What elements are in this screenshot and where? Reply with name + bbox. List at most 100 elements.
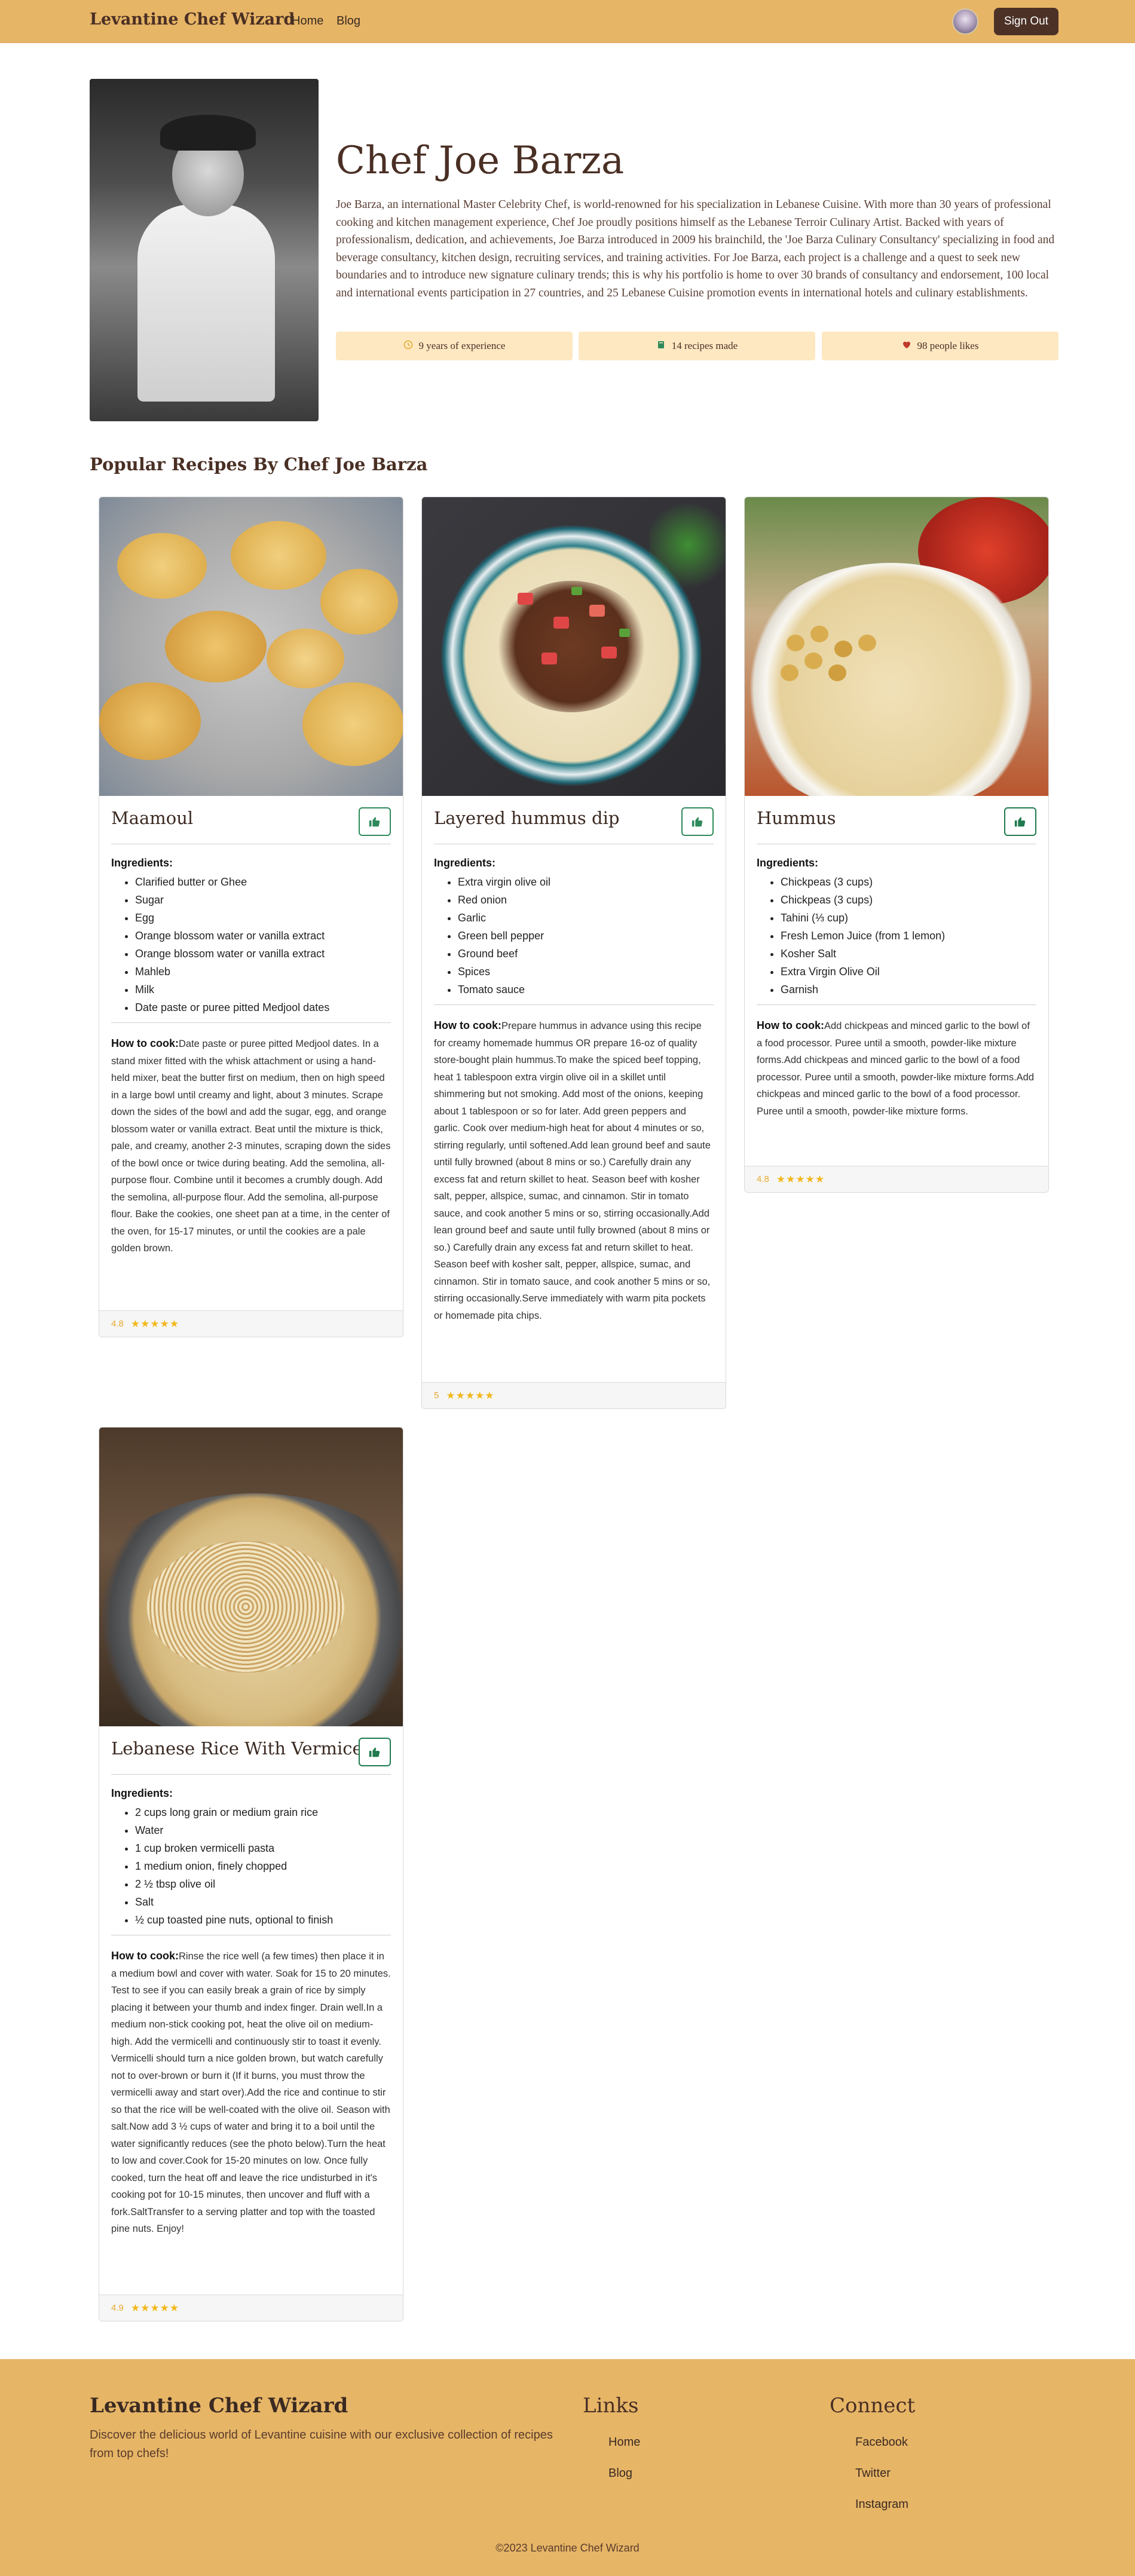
recipe-card-hummus: Hummus Ingredients: Chickpeas (3 cups) C… (744, 497, 1049, 1193)
how-to-cook-label: How to cook: (757, 1019, 824, 1031)
ingredient-item: Spices (458, 963, 726, 981)
ingredients-list: Extra virgin olive oil Red onion Garlic … (458, 873, 726, 998)
star-rating-icon: ★★★★★ (130, 1318, 180, 1330)
ingredient-item: 1 cup broken vermicelli pasta (135, 1839, 403, 1857)
recipe-image-layered-hummus-dip (422, 497, 726, 796)
nav-link-blog[interactable]: Blog (336, 14, 360, 28)
footer-description: Discover the delicious world of Levantin… (90, 2428, 553, 2460)
nav-link-home[interactable]: Home (292, 14, 323, 28)
recipe-image-lebanese-rice (99, 1428, 403, 1726)
ingredient-item: Chickpeas (3 cups) (781, 891, 1048, 909)
how-to-cook-text: How to cook:Prepare hummus in advance us… (434, 1017, 714, 1324)
rating-value: 5 (434, 1390, 439, 1401)
ingredient-item: Red onion (458, 891, 726, 909)
copyright-text: ©2023 Levantine Chef Wizard (495, 2542, 640, 2554)
top-navbar: Levantine Chef Wizard Home Blog Sign Out (0, 0, 1135, 43)
footer-link-home[interactable]: Home (608, 2436, 640, 2449)
book-icon (656, 340, 666, 353)
ingredient-item: Extra Virgin Olive Oil (781, 963, 1048, 981)
portrait-coat-shape (137, 204, 275, 402)
stat-experience: 9 years of experience (336, 332, 573, 360)
how-to-cook-body: Date paste or puree pitted Medjool dates… (111, 1039, 391, 1254)
ingredient-item: Mahleb (135, 963, 403, 981)
ingredient-item: Salt (135, 1893, 403, 1911)
rating-value: 4.8 (111, 1319, 124, 1329)
how-to-cook-body: Rinse the rice well (a few times) then p… (111, 1951, 391, 2234)
stat-likes-text: 98 people likes (917, 340, 979, 351)
ingredient-item: Orange blossom water or vanilla extract (135, 927, 403, 945)
thumbs-up-icon (692, 817, 703, 827)
star-rating-icon: ★★★★★ (446, 1389, 495, 1401)
ingredient-item: Ground beef (458, 945, 726, 963)
thumbs-up-icon (369, 1747, 380, 1757)
like-button[interactable] (681, 807, 714, 836)
ingredient-item: Tahini (⅓ cup) (781, 909, 1048, 927)
how-to-cook-text: How to cook:Rinse the rice well (a few t… (111, 1947, 391, 2238)
ingredients-heading: Ingredients: (111, 857, 173, 869)
ingredient-item: Fresh Lemon Juice (from 1 lemon) (781, 927, 1048, 945)
how-to-cook-text: How to cook:Add chickpeas and minced gar… (757, 1017, 1036, 1120)
recipe-image-hummus (745, 497, 1048, 796)
card-footer: 4.9 ★★★★★ (99, 2295, 403, 2321)
ingredient-item: Sugar (135, 891, 403, 909)
ingredient-item: Date paste or puree pitted Medjool dates (135, 998, 403, 1016)
card-footer: 4.8 ★★★★★ (99, 1310, 403, 1337)
footer-link-twitter[interactable]: Twitter (855, 2467, 891, 2480)
how-to-cook-body: Add chickpeas and minced garlic to the b… (757, 1021, 1035, 1117)
site-footer: Levantine Chef Wizard Discover the delic… (0, 2359, 1135, 2576)
portrait-hat-shape (160, 115, 256, 151)
card-footer: 5 ★★★★★ (422, 1382, 726, 1408)
user-avatar[interactable] (952, 8, 978, 35)
ingredients-list: Chickpeas (3 cups) Chickpeas (3 cups) Ta… (781, 873, 1048, 998)
ingredients-heading: Ingredients: (434, 857, 496, 869)
ingredient-item: Milk (135, 981, 403, 998)
footer-brand: Levantine Chef Wizard (90, 2394, 348, 2418)
stat-recipes: 14 recipes made (579, 332, 815, 360)
like-button[interactable] (1004, 807, 1036, 836)
recipe-card-layered-hummus-dip: Layered hummus dip Ingredients: Extra vi… (421, 497, 726, 1409)
brand-logo[interactable]: Levantine Chef Wizard (90, 10, 295, 29)
how-to-cook-label: How to cook: (111, 1950, 179, 1962)
ingredient-item: Water (135, 1821, 403, 1839)
like-button[interactable] (359, 807, 391, 836)
star-rating-icon: ★★★★★ (130, 2302, 180, 2314)
stat-recipes-text: 14 recipes made (671, 340, 738, 351)
recipe-title: Layered hummus dip (434, 808, 620, 828)
clock-icon (403, 340, 413, 353)
recipe-title: Maamoul (111, 808, 194, 828)
popular-recipes-heading: Popular Recipes By Chef Joe Barza (90, 454, 428, 474)
ingredient-item: Kosher Salt (781, 945, 1048, 963)
footer-links-heading: Links (583, 2394, 639, 2418)
recipe-image-maamoul (99, 497, 403, 796)
how-to-cook-label: How to cook: (111, 1037, 179, 1049)
footer-link-instagram[interactable]: Instagram (855, 2498, 908, 2511)
how-to-cook-text: How to cook:Date paste or puree pitted M… (111, 1035, 391, 1257)
ingredient-item: Garnish (781, 981, 1048, 998)
sign-out-button[interactable]: Sign Out (994, 8, 1058, 35)
ingredient-item: Chickpeas (3 cups) (781, 873, 1048, 891)
ingredient-item: Clarified butter or Ghee (135, 873, 403, 891)
chef-name-heading: Chef Joe Barza (336, 139, 625, 183)
ingredient-item: Extra virgin olive oil (458, 873, 726, 891)
stat-likes: 98 people likes (822, 332, 1058, 360)
chef-bio: Joe Barza, an international Master Celeb… (336, 198, 1055, 299)
ingredient-item: 1 medium onion, finely chopped (135, 1857, 403, 1875)
ingredients-list: 2 cups long grain or medium grain rice W… (135, 1803, 403, 1929)
recipe-card-lebanese-rice: Lebanese Rice With Vermicelli Ingredient… (99, 1427, 403, 2321)
footer-link-blog[interactable]: Blog (608, 2467, 632, 2480)
rating-value: 4.9 (111, 2303, 124, 2313)
ingredients-list: Clarified butter or Ghee Sugar Egg Orang… (135, 873, 403, 1016)
recipe-title: Lebanese Rice With Vermicelli (111, 1738, 380, 1759)
recipe-title: Hummus (757, 808, 836, 828)
thumbs-up-icon (1014, 817, 1026, 827)
star-rating-icon: ★★★★★ (776, 1173, 825, 1185)
rating-value: 4.8 (757, 1174, 769, 1184)
ingredient-item: Tomato sauce (458, 981, 726, 998)
card-footer: 4.8 ★★★★★ (745, 1166, 1048, 1192)
heart-icon (902, 340, 911, 353)
footer-connect-heading: Connect (830, 2394, 916, 2418)
footer-link-facebook[interactable]: Facebook (855, 2436, 908, 2449)
ingredient-item: ½ cup toasted pine nuts, optional to fin… (135, 1911, 403, 1929)
like-button[interactable] (359, 1738, 391, 1766)
ingredient-item: Garlic (458, 909, 726, 927)
